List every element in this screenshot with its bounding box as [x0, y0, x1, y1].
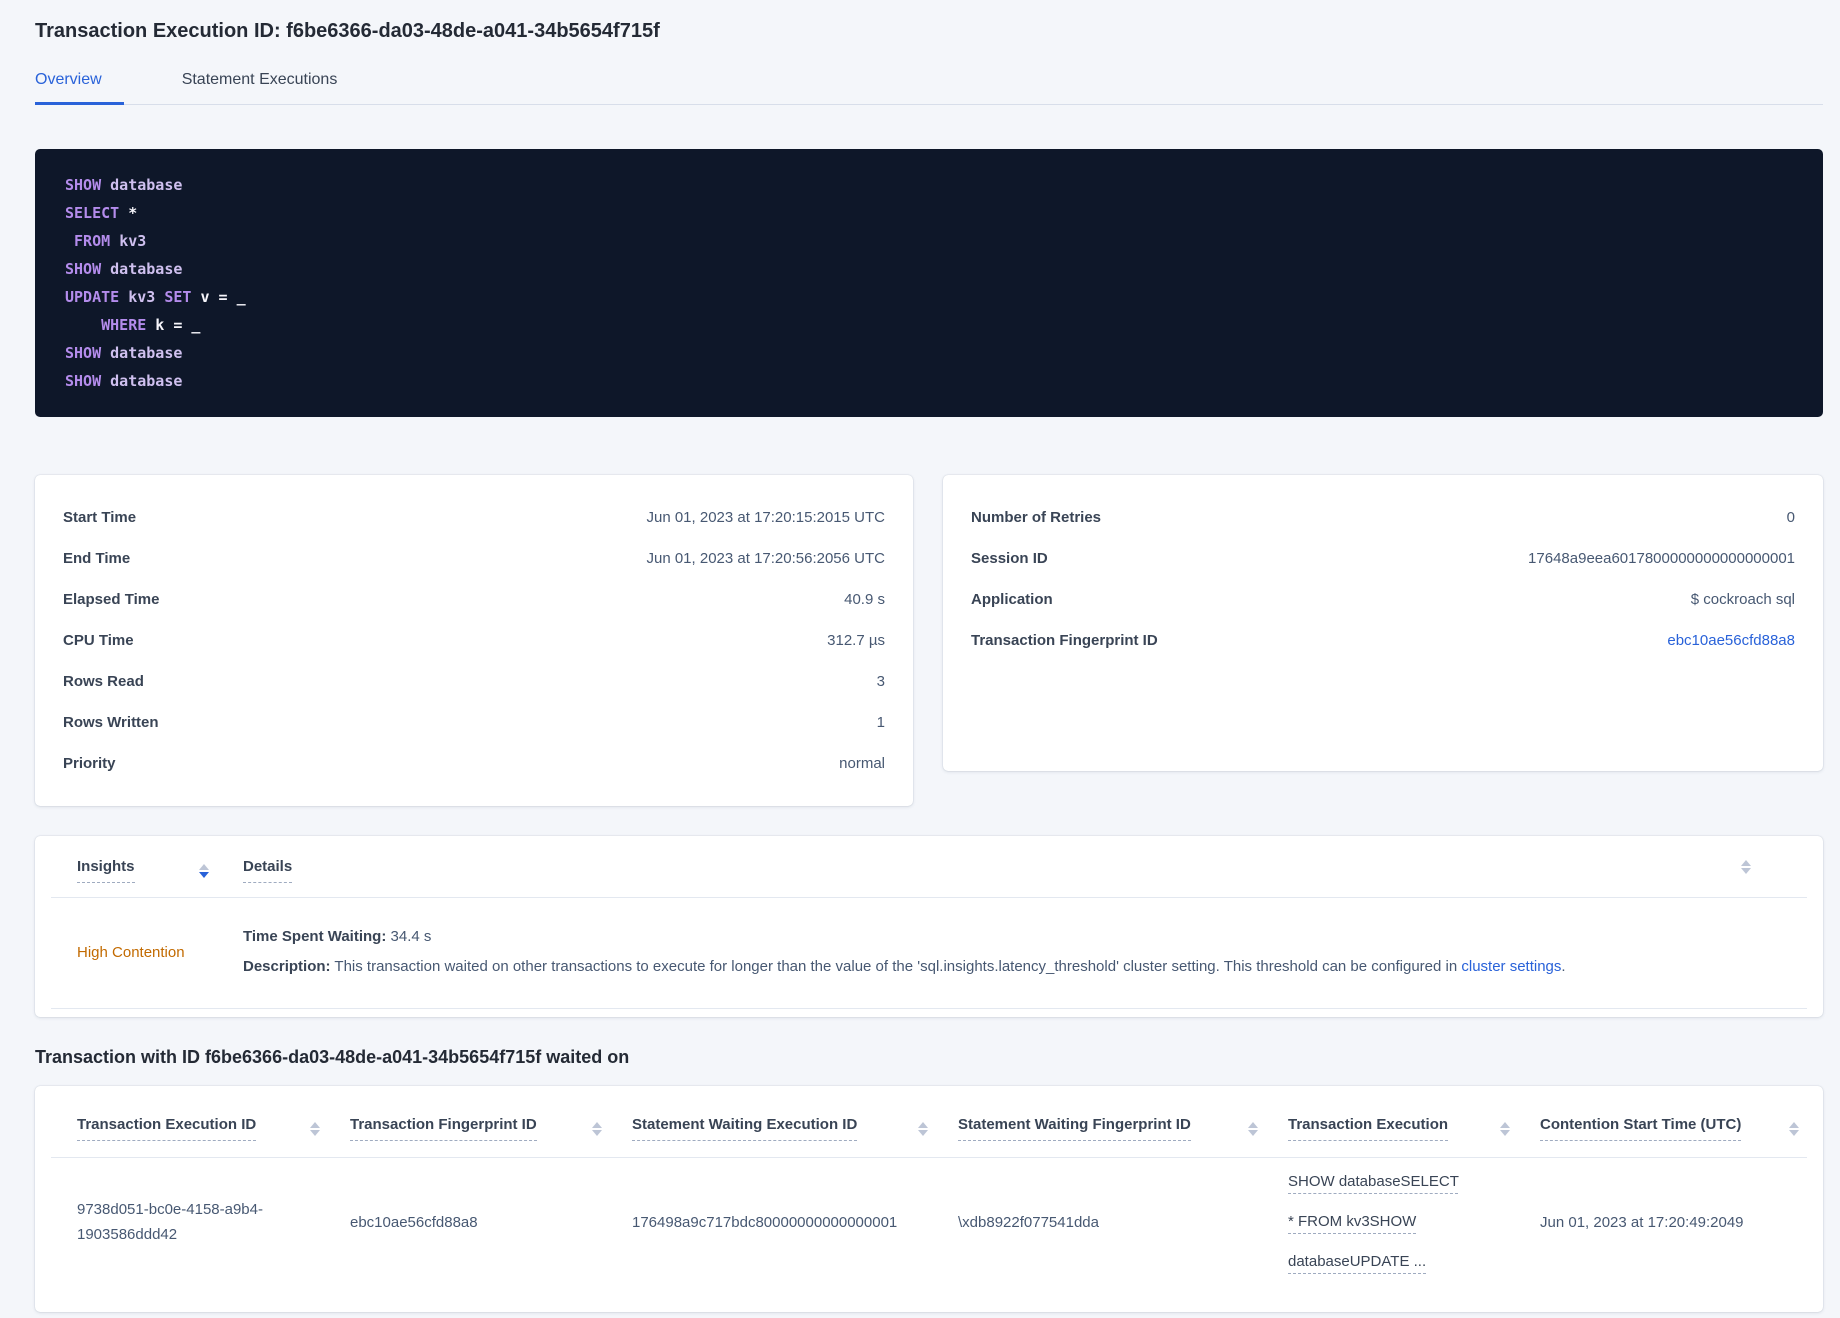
- description-label: Description:: [243, 958, 331, 975]
- field-value: Jun 01, 2023 at 17:20:15:2015 UTC: [646, 509, 885, 526]
- sort-icon[interactable]: [1789, 1121, 1799, 1136]
- page-title: Transaction Execution ID: f6be6366-da03-…: [35, 20, 660, 42]
- summary-card-left: Start Time Jun 01, 2023 at 17:20:15:2015 …: [35, 475, 913, 806]
- field-label: Rows Written: [63, 714, 159, 731]
- summary-row-cpu-time: CPU Time 312.7 µs: [63, 620, 885, 661]
- tab-overview[interactable]: Overview: [35, 71, 124, 105]
- sort-icon[interactable]: [592, 1121, 602, 1136]
- sort-icon[interactable]: [1500, 1121, 1510, 1136]
- summary-row-number-of-retries: Number of Retries 0: [971, 497, 1795, 538]
- sql-code-line: SHOW database: [65, 372, 183, 390]
- column-header-statement-waiting-execution-id: Statement Waiting Execution ID: [632, 1116, 958, 1141]
- sort-icon[interactable]: [1741, 860, 1751, 874]
- field-label: CPU Time: [63, 632, 134, 649]
- summary-row-session-id: Session ID 17648a9eea60178000000000000000…: [971, 538, 1795, 579]
- field-value: Jun 01, 2023 at 17:20:56:2056 UTC: [646, 550, 885, 567]
- field-label: Transaction Fingerprint ID: [971, 632, 1158, 649]
- column-header-label[interactable]: Transaction Execution ID: [77, 1116, 257, 1141]
- cell-transaction-fingerprint-id: ebc10ae56cfd88a8: [350, 1213, 478, 1231]
- transaction-fingerprint-link[interactable]: ebc10ae56cfd88a8: [1667, 632, 1795, 649]
- column-header-label[interactable]: Statement Waiting Execution ID: [632, 1116, 858, 1141]
- summary-row-end-time: End Time Jun 01, 2023 at 17:20:56:2056 UT…: [63, 538, 885, 579]
- waited-on-table-header: Transaction Execution ID Transaction Fing…: [35, 1116, 1823, 1141]
- sql-code-line: SHOW database: [65, 260, 183, 278]
- field-value: 312.7 µs: [827, 632, 885, 649]
- summary-card-right: Number of Retries 0 Session ID 17648a9eea60…: [943, 475, 1823, 771]
- sql-code-line: SELECT *: [65, 204, 138, 222]
- sort-icon[interactable]: [310, 1121, 320, 1136]
- field-value: 17648a9eea6017800000000000000001: [1528, 550, 1795, 567]
- field-value: 40.9 s: [844, 591, 885, 608]
- sort-icon[interactable]: [1248, 1121, 1258, 1136]
- column-header-transaction-execution-id: Transaction Execution ID: [77, 1116, 350, 1141]
- field-label: Priority: [63, 755, 116, 772]
- field-value: 1: [876, 714, 885, 731]
- sort-icon[interactable]: [918, 1121, 928, 1136]
- sql-code-line: SHOW database: [65, 344, 183, 362]
- cell-statement-waiting-fingerprint-id: \xdb8922f077541dda: [958, 1213, 1099, 1231]
- waited-on-table: Transaction Execution ID Transaction Fing…: [35, 1086, 1823, 1312]
- sql-code-line: FROM kv3: [74, 232, 147, 250]
- field-value: 3: [876, 673, 885, 690]
- field-label: Number of Retries: [971, 509, 1102, 526]
- field-label: Application: [971, 591, 1053, 608]
- description-suffix: .: [1561, 958, 1566, 975]
- summary-section: Start Time Jun 01, 2023 at 17:20:15:2015 …: [35, 475, 1823, 806]
- cell-transaction-execution-id: 9738d051-bc0e-4158-a9b4-1903586ddd42: [77, 1201, 263, 1243]
- sort-icon[interactable]: [199, 863, 209, 878]
- column-header-contention-start-time-utc: Contention Start Time (UTC): [1540, 1116, 1803, 1141]
- time-spent-waiting-value: 34.4 s: [386, 928, 432, 945]
- field-value: 0: [1786, 509, 1795, 526]
- column-header-label[interactable]: Contention Start Time (UTC): [1540, 1116, 1742, 1141]
- cluster-settings-link[interactable]: cluster settings: [1461, 958, 1561, 975]
- field-value: $ cockroach sql: [1690, 591, 1795, 608]
- sql-code-line: WHERE k = _: [101, 316, 201, 334]
- insights-table-header: Insights Details: [35, 858, 1823, 883]
- transaction-execution-link[interactable]: SHOW databaseSELECT * FROM kv3SHOW datab…: [1288, 1162, 1460, 1282]
- tab-statement-executions-label: Statement Executions: [181, 71, 338, 88]
- column-header-label[interactable]: Transaction Execution: [1288, 1116, 1449, 1141]
- time-spent-waiting: Time Spent Waiting: 34.4 s: [243, 924, 1566, 950]
- insight-details: Time Spent Waiting: 34.4 s Description: …: [243, 924, 1566, 980]
- column-header-statement-waiting-fingerprint-id: Statement Waiting Fingerprint ID: [958, 1116, 1288, 1141]
- transaction-details-page: Transaction Execution ID: f6be6366-da03-…: [35, 0, 1823, 1312]
- summary-row-rows-read: Rows Read 3: [63, 661, 885, 702]
- insight-row: High Contention Time Spent Waiting: 34.4…: [35, 898, 1823, 1008]
- waited-on-table-body: 9738d051-bc0e-4158-a9b4-1903586ddd42 ebc1…: [35, 1158, 1823, 1286]
- table-row: 9738d051-bc0e-4158-a9b4-1903586ddd42 ebc1…: [35, 1158, 1823, 1286]
- sql-code-line: UPDATE kv3 SET v = _: [65, 288, 246, 306]
- summary-row-start-time: Start Time Jun 01, 2023 at 17:20:15:2015 …: [63, 497, 885, 538]
- details-column-header[interactable]: Details: [243, 858, 293, 883]
- field-label: Elapsed Time: [63, 591, 160, 608]
- field-value: normal: [839, 755, 885, 772]
- tab-overview-label: Overview: [35, 71, 102, 88]
- column-header-label[interactable]: Statement Waiting Fingerprint ID: [958, 1116, 1191, 1141]
- description-text: This transaction waited on other transac…: [330, 958, 1462, 975]
- cell-contention-start-time-utc: Jun 01, 2023 at 17:20:49:2049: [1540, 1213, 1744, 1231]
- insights-card: Insights Details High Contention Time Sp…: [35, 836, 1823, 1017]
- sql-code-line: SHOW database: [65, 176, 183, 194]
- column-header-label[interactable]: Transaction Fingerprint ID: [350, 1116, 537, 1141]
- cell-statement-waiting-execution-id: 176498a9c717bdc80000000000000001: [632, 1213, 898, 1231]
- field-label: Start Time: [63, 509, 137, 526]
- sql-statements-box: SHOW database SELECT * FROM kv3 SHOW datab…: [35, 149, 1823, 417]
- insight-type-label: High Contention: [77, 943, 185, 961]
- insights-column-header[interactable]: Insights: [77, 858, 135, 883]
- time-spent-waiting-label: Time Spent Waiting:: [243, 928, 387, 945]
- field-label: Rows Read: [63, 673, 144, 690]
- column-header-transaction-execution: Transaction Execution: [1288, 1116, 1540, 1141]
- summary-row-application: Application $ cockroach sql: [971, 579, 1795, 620]
- waited-on-heading: Transaction with ID f6be6366-da03-48de-a…: [35, 1047, 630, 1067]
- summary-row-priority: Priority normal: [63, 743, 885, 784]
- tab-bar: Overview Statement Executions: [35, 71, 1823, 105]
- field-label: Session ID: [971, 550, 1048, 567]
- column-header-transaction-fingerprint-id: Transaction Fingerprint ID: [350, 1116, 632, 1141]
- summary-row-transaction-fingerprint-id: Transaction Fingerprint ID ebc10ae56cfd88…: [971, 620, 1795, 661]
- summary-row-elapsed-time: Elapsed Time 40.9 s: [63, 579, 885, 620]
- field-label: End Time: [63, 550, 131, 567]
- cell-transaction-execution: SHOW databaseSELECT * FROM kv3SHOW datab…: [1288, 1162, 1540, 1282]
- summary-row-rows-written: Rows Written 1: [63, 702, 885, 743]
- tab-statement-executions[interactable]: Statement Executions: [182, 71, 338, 105]
- insight-description: Description: This transaction waited on …: [243, 954, 1566, 980]
